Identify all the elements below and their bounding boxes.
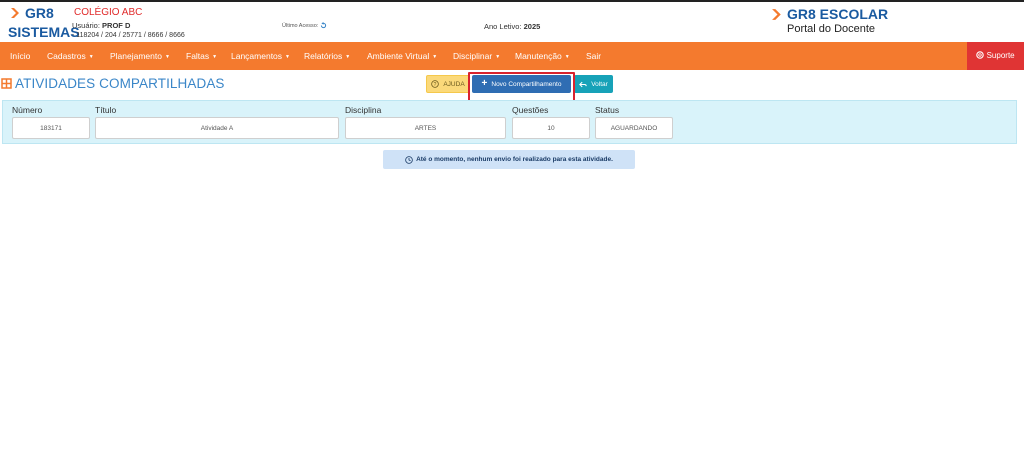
- titulo-field[interactable]: Atividade A: [95, 117, 339, 139]
- nav-item-ambiente-virtual[interactable]: Ambiente Virtual ▼: [367, 42, 437, 70]
- brand-right-line1: GR8 ESCOLAR: [787, 6, 889, 22]
- help-button[interactable]: ? AJUDA: [426, 75, 470, 93]
- lifebuoy-icon: [976, 51, 985, 59]
- back-button[interactable]: Voltar: [574, 75, 613, 93]
- school-year: Ano Letivo: 2025: [484, 22, 540, 31]
- page-title: ATIVIDADES COMPARTILHADAS: [1, 76, 225, 91]
- year-label: Ano Letivo:: [484, 22, 522, 31]
- school-name: COLÉGIO ABC: [74, 7, 143, 18]
- status-field[interactable]: AGUARDANDO: [595, 117, 673, 139]
- no-submissions-notice: Até o momento, nenhum envio foi realizad…: [383, 150, 635, 169]
- caret-down-icon: ▼: [212, 53, 218, 60]
- caret-down-icon: ▼: [564, 53, 570, 60]
- nav-item-manutencao[interactable]: Manutenção ▼: [515, 42, 570, 70]
- svg-text:?: ?: [434, 82, 437, 88]
- chevron-logo-icon: [772, 8, 781, 20]
- questoes-field[interactable]: 10: [512, 117, 590, 139]
- page-header: GR8 SISTEMAS COLÉGIO ABC Usuário: PROF D…: [0, 2, 1024, 42]
- caret-down-icon: ▼: [495, 53, 501, 60]
- last-access: Último Acesso:: [282, 22, 327, 29]
- nav-item-sair[interactable]: Sair: [586, 42, 601, 70]
- main-nav: Início Cadastros ▼ Planejamento ▼ Faltas ▼ …: [0, 42, 1024, 70]
- nav-item-disciplinar[interactable]: Disciplinar ▼: [453, 42, 500, 70]
- user-name: PROF D: [102, 21, 131, 30]
- year-value: 2025: [523, 22, 541, 31]
- caret-down-icon: ▼: [432, 53, 438, 60]
- gr8-sistemas-logo[interactable]: GR8 SISTEMAS: [8, 5, 80, 40]
- nav-item-inicio[interactable]: Início: [10, 42, 30, 70]
- status-label: Status: [595, 105, 620, 115]
- support-button[interactable]: Suporte: [967, 42, 1024, 70]
- question-circle-icon: ?: [431, 80, 440, 88]
- caret-down-icon: ▼: [88, 53, 94, 60]
- last-access-label: Último Acesso:: [282, 22, 319, 29]
- nav-item-cadastros[interactable]: Cadastros ▼: [47, 42, 94, 70]
- numero-label: Número: [12, 105, 43, 115]
- nav-item-planejamento[interactable]: Planejamento ▼: [110, 42, 170, 70]
- notice-text: Até o momento, nenhum envio foi realizad…: [416, 156, 613, 163]
- titulo-label: Título: [95, 105, 117, 115]
- help-label: AJUDA: [443, 80, 465, 88]
- disciplina-field[interactable]: ARTES: [345, 117, 506, 139]
- user-label: Usuário:: [72, 21, 100, 30]
- caret-down-icon: ▼: [345, 53, 351, 60]
- nav-item-lancamentos[interactable]: Lançamentos ▼: [231, 42, 290, 70]
- brand-left-line2: SISTEMAS: [8, 24, 80, 40]
- caret-down-icon: ▼: [285, 53, 290, 60]
- chevron-logo-icon: [11, 8, 19, 18]
- disciplina-label: Disciplina: [345, 105, 382, 115]
- history-icon[interactable]: [320, 22, 327, 29]
- nav-item-faltas[interactable]: Faltas ▼: [186, 42, 217, 70]
- brand-left-line1: GR8: [25, 5, 54, 21]
- user-info: Usuário: PROF D: [72, 21, 130, 30]
- user-codes: - 118204 / 204 / 25771 / 8666 / 8666: [72, 32, 185, 39]
- brand-right-line2: Portal do Docente: [787, 23, 876, 35]
- support-label: Suporte: [986, 51, 1015, 60]
- questoes-label: Questões: [512, 105, 549, 115]
- numero-field[interactable]: 183171: [12, 117, 90, 139]
- caret-down-icon: ▼: [164, 53, 170, 60]
- undo-arrow-icon: [579, 81, 587, 87]
- grid-plus-icon: [1, 78, 12, 89]
- clock-icon: [405, 155, 413, 164]
- page-title-text: ATIVIDADES COMPARTILHADAS: [15, 76, 225, 91]
- back-label: Voltar: [591, 80, 608, 88]
- gr8-escolar-logo[interactable]: GR8 ESCOLAR Portal do Docente: [771, 6, 901, 35]
- nav-item-relatorios[interactable]: Relatórios ▼: [304, 42, 350, 70]
